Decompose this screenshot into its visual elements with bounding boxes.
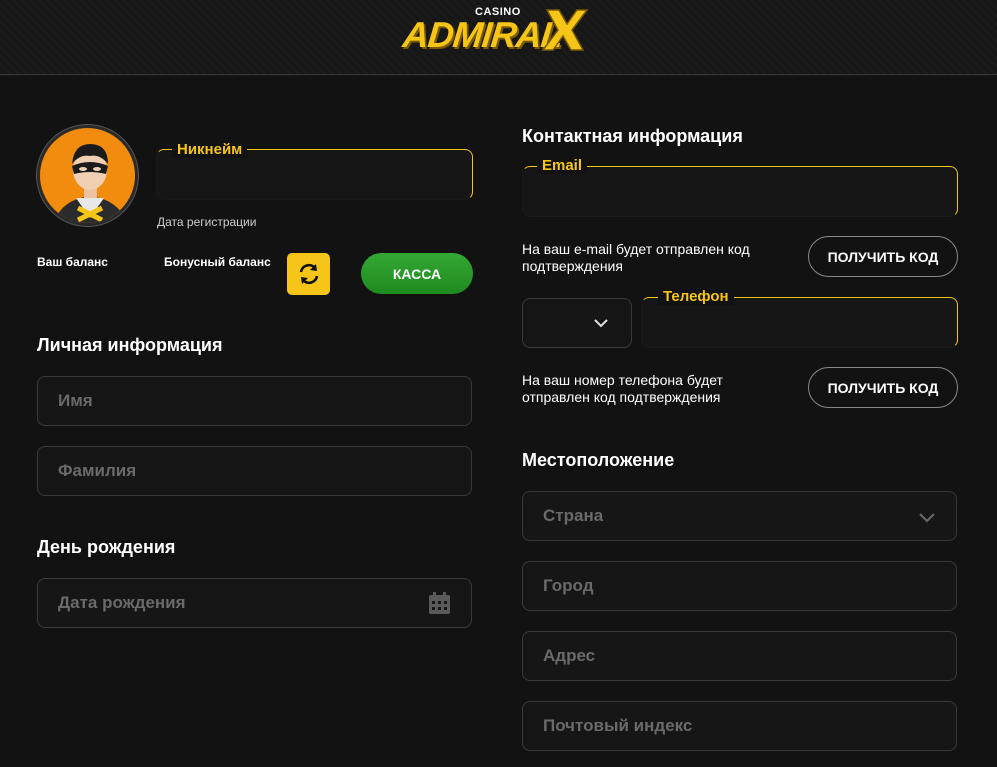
postal-code-input[interactable]: Почтовый индекс — [522, 701, 957, 751]
chevron-down-icon — [594, 319, 608, 328]
admiralx-logo[interactable]: CASINO ADMIRAL — [400, 4, 593, 60]
first-name-input[interactable]: Имя — [37, 376, 472, 426]
phone-confirm-note: На ваш номер телефона будет отправлен ко… — [522, 372, 723, 405]
phone-label: Телефон — [658, 289, 734, 305]
avatar[interactable] — [37, 125, 138, 226]
last-name-placeholder: Фамилия — [58, 461, 137, 480]
last-name-input[interactable]: Фамилия — [37, 446, 472, 496]
postal-code-placeholder: Почтовый индекс — [543, 716, 693, 735]
city-input[interactable]: Город — [522, 561, 957, 611]
nickname-label: Никнейм — [172, 142, 248, 158]
birthday-title: День рождения — [37, 537, 176, 557]
refresh-icon — [299, 263, 318, 285]
calendar-icon[interactable] — [428, 592, 451, 615]
chevron-down-icon — [919, 513, 935, 523]
logo-x-icon — [541, 9, 589, 51]
avatar-hero-icon — [53, 144, 128, 223]
email-field[interactable] — [522, 166, 958, 217]
logo-main-text: ADMIRAL — [400, 14, 565, 55]
refresh-balance-button[interactable] — [287, 253, 330, 295]
first-name-placeholder: Имя — [58, 391, 93, 410]
email-label: Email — [537, 158, 588, 174]
address-input[interactable]: Адрес — [522, 631, 957, 681]
address-placeholder: Адрес — [543, 646, 596, 665]
personal-info-title: Личная информация — [37, 335, 223, 355]
birth-date-input[interactable]: Дата рождения — [37, 578, 472, 628]
birth-date-placeholder: Дата рождения — [58, 593, 186, 612]
country-placeholder: Страна — [543, 506, 604, 525]
phone-get-code-button[interactable]: ПОЛУЧИТЬ КОД — [808, 367, 958, 408]
site-header: CASINO ADMIRAL — [0, 0, 997, 75]
email-confirm-note: На ваш e-mail будет отправлен код подтве… — [522, 241, 750, 274]
location-title: Местоположение — [522, 450, 675, 470]
balance-label: Ваш баланс — [37, 255, 108, 269]
cashier-button[interactable]: КАССА — [361, 253, 473, 294]
bonus-balance-label: Бонусный баланс — [164, 255, 271, 269]
city-placeholder: Город — [543, 576, 594, 595]
phone-country-code-select[interactable] — [522, 298, 632, 348]
registration-date-label: Дата регистрации — [157, 215, 257, 229]
contact-info-title: Контактная информация — [522, 126, 743, 146]
country-select[interactable]: Страна — [522, 491, 957, 541]
email-get-code-button[interactable]: ПОЛУЧИТЬ КОД — [808, 236, 958, 277]
